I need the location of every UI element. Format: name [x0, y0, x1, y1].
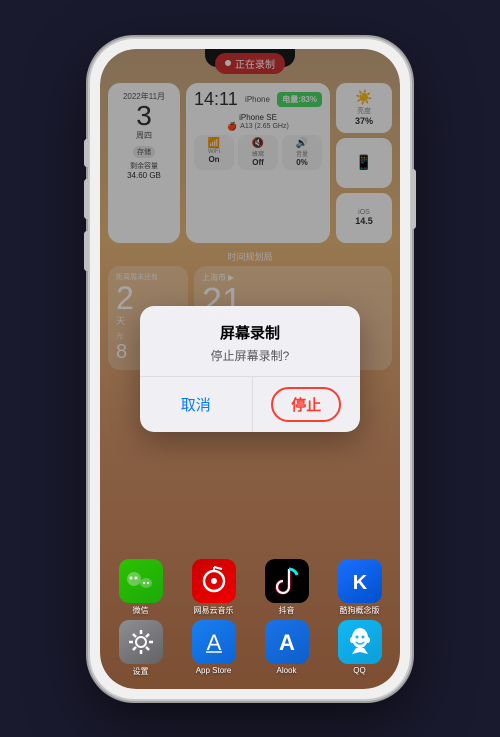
volume-down-button[interactable] — [84, 231, 89, 271]
tiktok-svg — [265, 559, 309, 603]
qq-label: QQ — [353, 666, 365, 675]
settings-svg — [119, 620, 163, 664]
settings-label: 设置 — [133, 666, 149, 677]
cancel-label: 取消 — [181, 394, 211, 415]
dock-area: 微信 网易云音乐 — [100, 555, 400, 689]
alook-svg: A — [265, 620, 309, 664]
app-netease[interactable]: 网易云音乐 — [179, 559, 248, 616]
app-alook[interactable]: A Alook — [252, 620, 321, 677]
phone-inner: 正在录制 2022年11月 3 周四 存储 剩余容量 34.60 GB — [100, 49, 400, 689]
wechat-svg — [119, 559, 163, 603]
netease-icon — [192, 559, 236, 603]
dialog-message: 停止屏幕录制? — [156, 347, 344, 364]
screen: 正在录制 2022年11月 3 周四 存储 剩余容量 34.60 GB — [100, 49, 400, 689]
stop-button[interactable]: 停止 — [253, 377, 361, 432]
dialog-buttons: 取消 停止 — [140, 376, 360, 432]
kudog-label: 酷狗概念版 — [340, 605, 380, 616]
qq-icon — [338, 620, 382, 664]
svg-text:K: K — [352, 572, 367, 594]
app-settings[interactable]: 设置 — [106, 620, 175, 677]
qq-svg — [338, 620, 382, 664]
app-row-2: 设置 A App Store — [106, 620, 394, 677]
appstore-svg: A — [192, 620, 236, 664]
appstore-icon: A — [192, 620, 236, 664]
tiktok-icon — [265, 559, 309, 603]
netease-label: 网易云音乐 — [194, 605, 234, 616]
alook-icon: A — [265, 620, 309, 664]
appstore-label: App Store — [196, 666, 232, 675]
app-qq[interactable]: QQ — [325, 620, 394, 677]
cancel-button[interactable]: 取消 — [140, 377, 253, 432]
phone-frame: 正在录制 2022年11月 3 周四 存储 剩余容量 34.60 GB — [90, 39, 410, 699]
app-wechat[interactable]: 微信 — [106, 559, 175, 616]
netease-svg — [192, 559, 236, 603]
tiktok-label: 抖音 — [279, 605, 295, 616]
volume-up-button[interactable] — [84, 179, 89, 219]
dialog-title: 屏幕录制 — [156, 322, 344, 343]
wechat-label: 微信 — [133, 605, 149, 616]
mute-button[interactable] — [84, 139, 89, 167]
alook-label: Alook — [276, 666, 296, 675]
kudog-svg: K — [338, 559, 382, 603]
stop-label: 停止 — [271, 387, 341, 422]
app-row-1: 微信 网易云音乐 — [106, 559, 394, 616]
svg-text:A: A — [279, 630, 295, 655]
screen-record-dialog: 屏幕录制 停止屏幕录制? 取消 停止 — [140, 306, 360, 432]
kudog-icon: K — [338, 559, 382, 603]
settings-icon — [119, 620, 163, 664]
wechat-icon — [119, 559, 163, 603]
app-tiktok[interactable]: 抖音 — [252, 559, 321, 616]
app-kudog[interactable]: K 酷狗概念版 — [325, 559, 394, 616]
dialog-body: 屏幕录制 停止屏幕录制? — [140, 306, 360, 376]
app-appstore[interactable]: A App Store — [179, 620, 248, 677]
power-button[interactable] — [411, 169, 416, 229]
